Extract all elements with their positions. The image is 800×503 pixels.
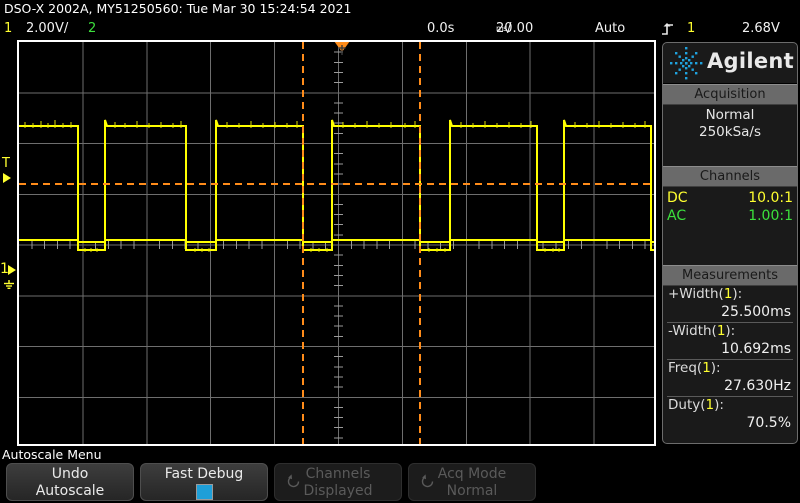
drag-dots-right-icon <box>788 89 792 100</box>
measurement-item: +Width(1): 25.500ms <box>667 286 793 323</box>
timebase-suffix: / <box>506 21 512 36</box>
status-bar: 1 2.00V/ 2 0.0s 20.00 ms / Auto 1 2.68V <box>0 18 800 40</box>
channel-coupling-dc: DC <box>667 190 688 206</box>
softkey-fast-debug[interactable]: Fast Debug <box>140 463 268 501</box>
channels-section-header[interactable]: Channels <box>663 166 797 187</box>
instrument-title: DSO-X 2002A, MY51250560: Tue Mar 30 15:2… <box>4 1 352 16</box>
softkey-line1: Acq Mode <box>437 466 507 482</box>
softkey-channels-displayed[interactable]: Channels Displayed <box>274 463 402 501</box>
measurement-item: Freq(1): 27.630Hz <box>667 360 793 397</box>
acquisition-body: Normal 250kSa/s <box>663 105 797 166</box>
measurements-body: +Width(1): 25.500ms -Width(1): 10.692ms … <box>663 286 797 437</box>
softkey-line1: Channels <box>305 466 371 482</box>
menu-title: Autoscale Menu <box>2 447 102 462</box>
trace-channel1 <box>19 119 654 243</box>
channels-body: DC 10.0:1 AC 1.00:1 <box>663 187 797 265</box>
measurement-item: -Width(1): 10.692ms <box>667 323 793 360</box>
measurement-name-suffix: ): <box>714 397 724 413</box>
drag-dots-left-icon <box>668 270 672 281</box>
status-channel1-indicator[interactable]: 1 <box>4 18 12 40</box>
timebase-value: 20.00 <box>496 21 534 36</box>
brand-row: Agilent <box>663 43 797 84</box>
scope-left-gutter: T 1 <box>0 40 17 446</box>
trigger-level-marker-icon[interactable] <box>3 173 11 183</box>
measurement-item: Duty(1): 70.5% <box>667 397 793 433</box>
softkey-acq-mode[interactable]: Acq Mode Normal <box>408 463 536 501</box>
brand-name: Agilent <box>707 49 795 73</box>
measurement-label: Duty(1): <box>667 397 793 414</box>
agilent-starburst-icon <box>670 47 703 80</box>
softkey-line2: Displayed <box>303 483 373 499</box>
measurement-name: +Width( <box>668 286 724 302</box>
oscilloscope-screen: DSO-X 2002A, MY51250560: Tue Mar 30 15:2… <box>0 0 800 503</box>
drag-dots-left-icon <box>668 89 672 100</box>
status-trigger-source[interactable]: 1 <box>687 18 695 40</box>
trigger-level-marker-label: T <box>2 156 10 171</box>
measurement-name-suffix: ): <box>725 323 736 339</box>
measurement-value: 27.630Hz <box>724 378 791 394</box>
fast-debug-indicator-icon[interactable] <box>196 484 213 500</box>
measurement-name-suffix: ): <box>710 360 721 376</box>
softkey-undo-autoscale[interactable]: Undo Autoscale <box>6 463 134 501</box>
measurement-source: 1 <box>702 360 711 376</box>
acquisition-title: Acquisition <box>694 87 766 102</box>
measurement-label: +Width(1): <box>667 286 793 303</box>
measurement-label: -Width(1): <box>667 323 793 340</box>
channel-probe-row: DC 10.0:1 <box>667 189 793 207</box>
ground-symbol-icon <box>4 280 14 289</box>
status-channel2-indicator[interactable]: 2 <box>88 18 96 40</box>
status-trigger-mode[interactable]: Auto <box>595 18 625 40</box>
rising-edge-icon <box>662 23 673 35</box>
acquisition-section-header[interactable]: Acquisition <box>663 84 797 105</box>
acquisition-mode: Normal <box>705 107 755 123</box>
measurements-title: Measurements <box>681 268 779 283</box>
measurement-value: 10.692ms <box>721 341 791 357</box>
softkey-line2: Normal <box>446 483 498 499</box>
softkey-line1: Undo <box>51 466 89 482</box>
measurement-source: 1 <box>705 397 715 413</box>
channel-probe-ratio-ac: 1.00:1 <box>748 208 793 224</box>
measurements-section-header[interactable]: Measurements <box>663 265 797 286</box>
waveform-display[interactable] <box>17 40 656 446</box>
acquisition-sample-rate: 250kSa/s <box>698 124 761 140</box>
softkey-line1: Fast Debug <box>164 466 244 482</box>
measurement-value: 25.500ms <box>721 304 791 320</box>
measurement-name-suffix: ): <box>732 286 743 302</box>
status-time-per-div[interactable]: 20.00 ms / <box>496 18 533 40</box>
channel-coupling-ac: AC <box>667 208 687 224</box>
channels-title: Channels <box>699 169 761 184</box>
measurement-name: Freq( <box>668 360 703 376</box>
info-sidebar: Agilent Acquisition Normal 250kSa/s Chan… <box>662 42 798 444</box>
softkey-line2: Autoscale <box>35 483 105 499</box>
drag-dots-right-icon <box>788 270 792 281</box>
status-trigger-level[interactable]: 2.68V <box>742 18 780 40</box>
measurement-label: Freq(1): <box>667 360 793 377</box>
channel-probe-row: AC 1.00:1 <box>667 207 793 225</box>
drag-dots-left-icon <box>668 171 672 182</box>
status-volts-per-div[interactable]: 2.00V/ <box>26 18 68 40</box>
channel-probe-ratio-dc: 10.0:1 <box>748 190 793 206</box>
channel1-ground-marker-icon[interactable] <box>8 265 16 275</box>
trigger-position-marker-icon[interactable] <box>332 41 352 55</box>
drag-dots-right-icon <box>788 171 792 182</box>
graticule <box>19 42 654 444</box>
softkey-bar: Undo Autoscale Fast Debug Channels Displ… <box>0 463 800 503</box>
measurement-value: 70.5% <box>746 415 791 431</box>
status-delay[interactable]: 0.0s <box>427 18 454 40</box>
measurement-name: Duty( <box>668 397 706 413</box>
measurement-name: -Width( <box>668 323 717 339</box>
